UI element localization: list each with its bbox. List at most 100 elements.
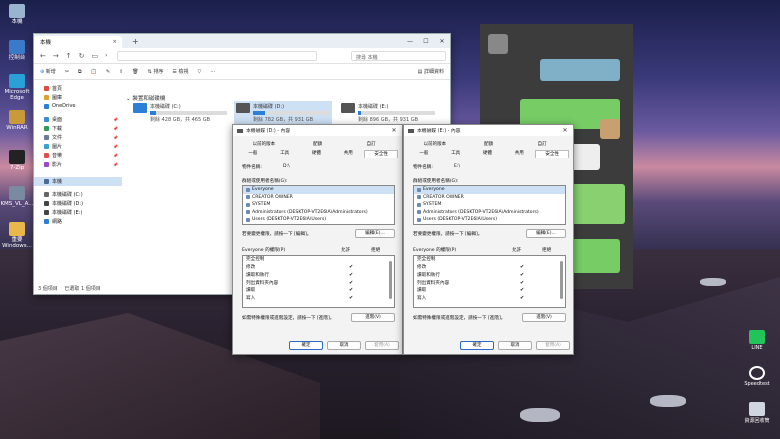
- cancel-button[interactable]: 取消: [327, 341, 361, 350]
- paste-icon[interactable]: 📋: [91, 69, 97, 75]
- new-button[interactable]: ⊕ 新增: [40, 68, 56, 75]
- drive-tile[interactable]: 本機磁碟 (E:) 剩餘 896 GB，共 931 GB: [339, 101, 437, 125]
- group-name: Users (DESKTOP-VT2E6IA\Users): [252, 217, 327, 222]
- desktop-icon-3[interactable]: WinRAR: [0, 110, 34, 131]
- tab[interactable]: 硬體: [301, 150, 333, 158]
- groups-list[interactable]: Everyone CREATOR OWNER SYSTEM Administrator…: [413, 185, 566, 225]
- sidebar-item-label: 本機: [52, 178, 63, 185]
- close-icon[interactable]: ✕: [386, 127, 402, 134]
- desktop-icon-5[interactable]: KMS_VL_A...: [0, 186, 34, 207]
- tab[interactable]: 共用: [332, 150, 364, 158]
- scrollbar[interactable]: [389, 261, 392, 299]
- desktop-icon-4[interactable]: 7-Zip: [0, 150, 34, 171]
- sort-button[interactable]: ⇅ 排序: [148, 68, 164, 75]
- sidebar-item-3[interactable]: 桌面 📌: [34, 115, 122, 124]
- sidebar-item-1[interactable]: 圖庫: [34, 93, 122, 102]
- tab[interactable]: 一般: [408, 150, 440, 158]
- tab[interactable]: 配額: [462, 141, 516, 149]
- back-icon[interactable]: ←: [40, 52, 46, 60]
- cancel-button[interactable]: 取消: [498, 341, 532, 350]
- scrollbar[interactable]: [560, 261, 563, 299]
- sidebar-item-5[interactable]: 文件 📌: [34, 133, 122, 142]
- sidebar-item-2[interactable]: OneDrive: [34, 102, 122, 111]
- tab[interactable]: 自訂: [515, 141, 569, 149]
- view-button[interactable]: ☰ 檢視: [172, 68, 188, 75]
- delete-icon[interactable]: 🗑: [132, 69, 138, 75]
- sidebar-item-6[interactable]: 圖片 📌: [34, 142, 122, 151]
- close-icon[interactable]: ✕: [434, 38, 450, 45]
- tab[interactable]: 共用: [503, 150, 535, 158]
- details-button[interactable]: ▤ 詳細資料: [418, 68, 444, 75]
- desktop-icon-1[interactable]: 控制台: [0, 40, 34, 61]
- rename-icon[interactable]: ✎: [106, 69, 110, 75]
- minimize-icon[interactable]: —: [402, 38, 418, 45]
- tab[interactable]: 以前的版本: [237, 141, 291, 149]
- refresh-icon[interactable]: ↻: [79, 52, 85, 60]
- recycle-bin[interactable]: 資源回收筒: [744, 402, 770, 424]
- close-icon[interactable]: ✕: [557, 127, 573, 134]
- sidebar-item-0[interactable]: 首頁: [34, 84, 122, 93]
- apply-button[interactable]: 套用(A): [365, 341, 399, 350]
- drive-tile[interactable]: 本機磁碟 (D:) 剩餘 782 GB，共 931 GB: [234, 101, 332, 125]
- tab[interactable]: 配額: [291, 141, 345, 149]
- sidebar-item-8[interactable]: 影片 📌: [34, 160, 122, 169]
- groups-list[interactable]: Everyone CREATOR OWNER SYSTEM Administrator…: [242, 185, 395, 225]
- winrar-icon: [9, 110, 25, 124]
- sidebar-item-10[interactable]: 本機磁碟 (C:): [34, 190, 122, 199]
- view-label: 檢視: [178, 69, 189, 75]
- apply-button[interactable]: 套用(A): [536, 341, 570, 350]
- group-item[interactable]: Administrators (DESKTOP-VT2E6IA\Administ…: [414, 209, 565, 217]
- forward-icon[interactable]: →: [53, 52, 59, 60]
- edit-button[interactable]: 編輯(E)...: [526, 229, 566, 238]
- sidebar-item-12[interactable]: 本機磁碟 (E:): [34, 208, 122, 217]
- cut-icon[interactable]: ✂: [65, 69, 69, 75]
- speedtest-app[interactable]: Speedtest: [744, 366, 770, 387]
- edit-button[interactable]: 編輯(E)...: [355, 229, 395, 238]
- share-icon[interactable]: ⇪: [119, 69, 123, 75]
- sidebar-item-11[interactable]: 本機磁碟 (D:): [34, 199, 122, 208]
- sidebar-item-9[interactable]: 本機: [34, 177, 122, 186]
- tab[interactable]: 硬體: [472, 150, 504, 158]
- new-tab-icon[interactable]: +: [132, 37, 139, 46]
- sidebar-item-13[interactable]: 網路: [34, 217, 122, 226]
- users-icon: [246, 202, 250, 207]
- group-item[interactable]: Users (DESKTOP-VT2E6IA\Users): [243, 216, 394, 224]
- sidebar-item-7[interactable]: 音樂 📌: [34, 151, 122, 160]
- tab[interactable]: 以前的版本: [408, 141, 462, 149]
- advanced-button[interactable]: 進階(V): [351, 313, 395, 322]
- desktop-icon-2[interactable]: Microsoft Edge: [0, 74, 34, 102]
- more-icon[interactable]: ···: [210, 69, 215, 75]
- group-item[interactable]: Everyone: [414, 186, 565, 194]
- tab[interactable]: 一般: [237, 150, 269, 158]
- group-item[interactable]: SYSTEM: [414, 201, 565, 209]
- tab-this-pc[interactable]: 本機 ×: [34, 36, 122, 48]
- maximize-icon[interactable]: ☐: [418, 38, 434, 45]
- group-item[interactable]: Users (DESKTOP-VT2E6IA\Users): [414, 216, 565, 224]
- groups-label: 群組或使用者名稱(G):: [242, 179, 288, 184]
- group-item[interactable]: CREATOR OWNER: [414, 194, 565, 202]
- group-item[interactable]: SYSTEM: [243, 201, 394, 209]
- drive-icon: [341, 103, 355, 113]
- tab[interactable]: 工具: [440, 150, 472, 158]
- sidebar-item-4[interactable]: 下載 📌: [34, 124, 122, 133]
- search-input[interactable]: 搜尋 本機: [351, 50, 446, 61]
- ok-button[interactable]: 確定: [289, 341, 323, 350]
- ok-button[interactable]: 確定: [460, 341, 494, 350]
- group-item[interactable]: CREATOR OWNER: [243, 194, 394, 202]
- drive-usage-bar: [253, 111, 330, 115]
- drive-tile[interactable]: 本機磁碟 (C:) 剩餘 428 GB，共 465 GB: [131, 101, 229, 125]
- filter-icon[interactable]: ▽: [197, 69, 201, 75]
- advanced-button[interactable]: 進階(V): [522, 313, 566, 322]
- line-app[interactable]: LINE: [744, 330, 770, 351]
- group-item[interactable]: Administrators (DESKTOP-VT2E6IA\Administ…: [243, 209, 394, 217]
- tab[interactable]: 安全性: [535, 150, 569, 158]
- group-item[interactable]: Everyone: [243, 186, 394, 194]
- desktop-icon-0[interactable]: 本機: [0, 4, 34, 25]
- address-bar[interactable]: [116, 50, 317, 61]
- tab[interactable]: 安全性: [364, 150, 398, 158]
- up-icon[interactable]: ↑: [66, 52, 72, 60]
- tab[interactable]: 工具: [269, 150, 301, 158]
- tab[interactable]: 自訂: [344, 141, 398, 149]
- desktop-icon-6[interactable]: 重要Windows...: [0, 222, 34, 250]
- copy-icon[interactable]: ⧉: [78, 69, 82, 75]
